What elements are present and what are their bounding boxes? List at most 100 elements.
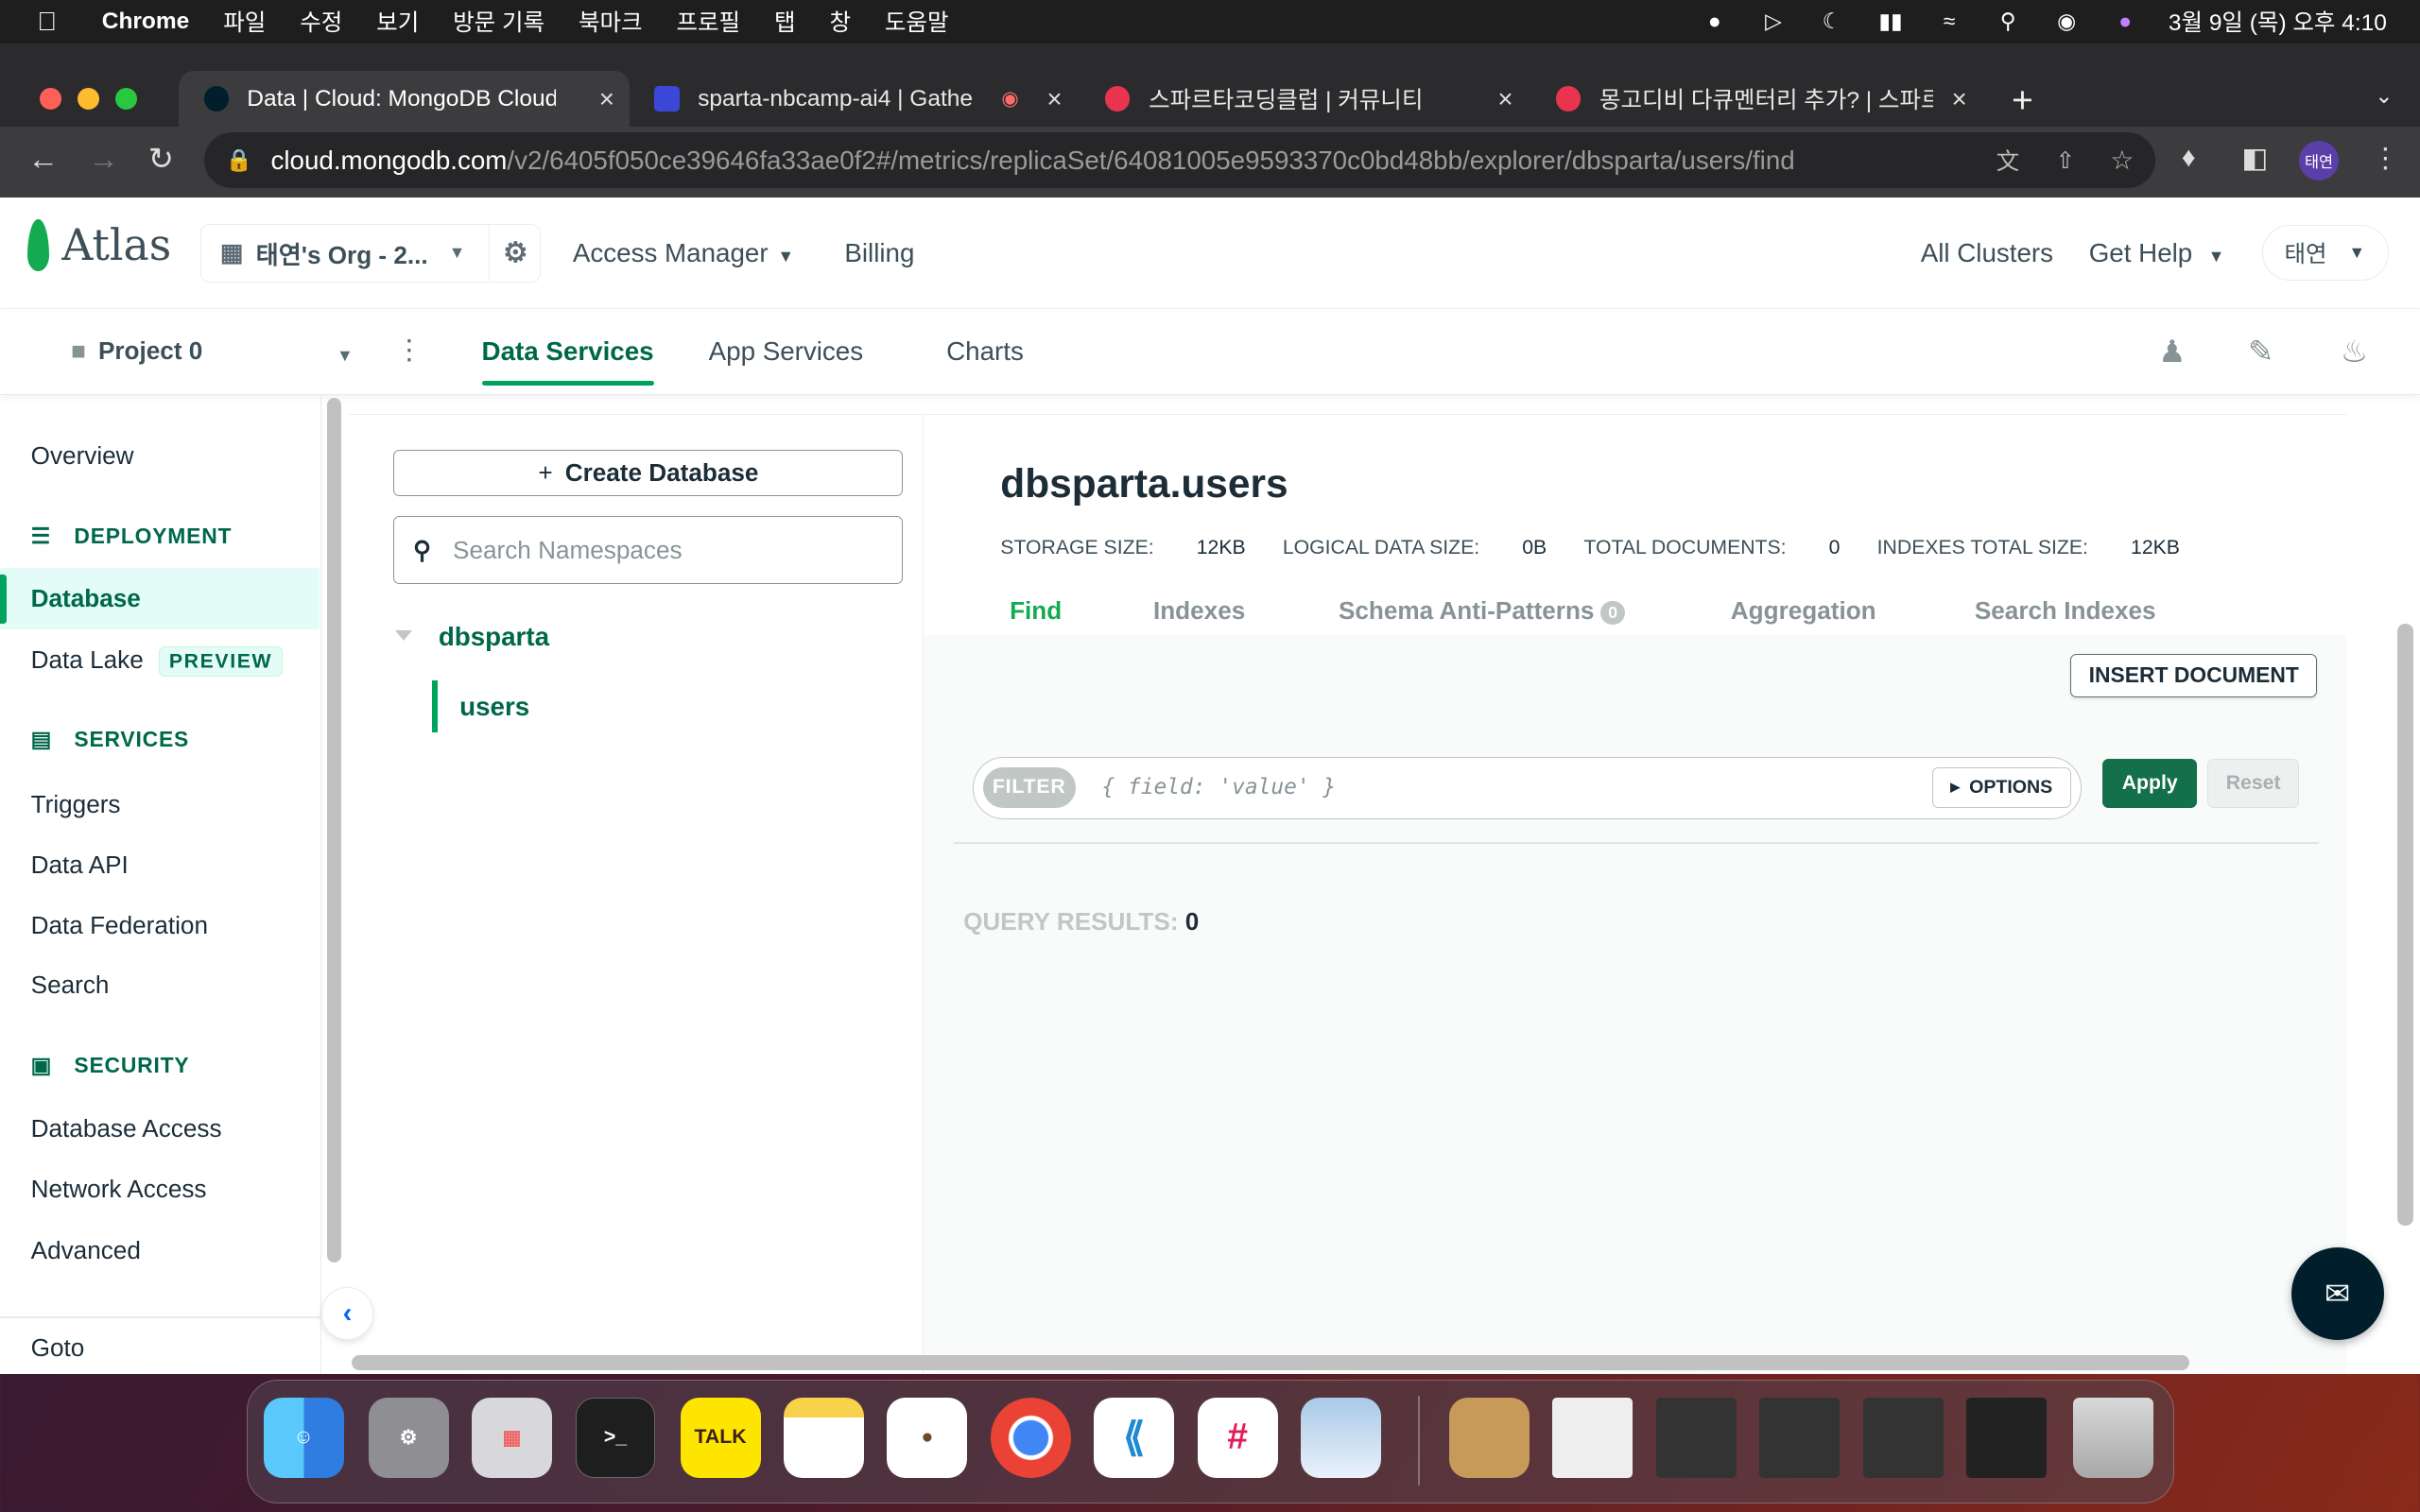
new-tab-button[interactable]: + [2012, 80, 2033, 122]
sidebar-item-advanced[interactable]: Advanced [31, 1236, 141, 1265]
reset-button[interactable]: Reset [2207, 758, 2299, 809]
database-node-dbsparta[interactable]: dbsparta [439, 622, 549, 652]
sidebar-item-triggers[interactable]: Triggers [31, 790, 121, 819]
chrome-menu-kebab-icon[interactable]: ⋮ [2372, 142, 2399, 175]
tab-aggregation[interactable]: Aggregation [1731, 596, 1876, 626]
create-database-button[interactable]: + Create Database [393, 450, 904, 497]
share-icon[interactable]: ⇧ [2056, 146, 2076, 175]
tab-data-services[interactable]: Data Services [481, 336, 655, 385]
tab-close-icon[interactable]: × [1046, 84, 1062, 114]
window-zoom-button[interactable] [115, 88, 138, 110]
tab-find[interactable]: Find [1010, 596, 1062, 626]
menu-item-help[interactable]: 도움말 [885, 5, 949, 38]
window-minimize-button[interactable] [77, 88, 99, 110]
vscode-icon[interactable]: ⟪ [1094, 1398, 1175, 1478]
extensions-puzzle-icon[interactable]: ♦ [2182, 142, 2196, 174]
sidebar-item-overview[interactable]: Overview [31, 441, 134, 471]
sidebar-item-database[interactable]: Database [0, 568, 320, 630]
user-menu-button[interactable]: 태연 ▼ [2261, 225, 2389, 282]
recent-window-thumbnail[interactable] [1862, 1398, 1944, 1478]
notifications-bell-icon[interactable]: ♨ [2341, 334, 2368, 369]
profile-avatar[interactable]: 태연 [2298, 140, 2340, 181]
menu-item-profiles[interactable]: 프로필 [676, 5, 740, 38]
spotlight-search-icon[interactable]: ⚲ [1993, 9, 2024, 34]
recent-window-thumbnail[interactable] [1655, 1398, 1737, 1478]
page-horizontal-scrollbar[interactable] [352, 1354, 2189, 1371]
tab-search-chevron-icon[interactable]: ⌄ [2375, 83, 2393, 109]
filter-input[interactable]: { field: 'value' } [1101, 775, 1336, 799]
lock-icon[interactable]: 🔒 [225, 147, 251, 173]
launchpad-icon[interactable]: ▦ [472, 1398, 553, 1478]
reload-icon[interactable]: ↻ [148, 141, 174, 177]
chat-support-icon[interactable]: ✉ [2290, 1246, 2384, 1340]
activity-feed-icon[interactable]: ✎ [2248, 334, 2273, 369]
menu-item-bookmarks[interactable]: 북마크 [579, 5, 643, 38]
org-settings-gear-icon[interactable]: ⚙ [489, 225, 542, 282]
project-selector[interactable]: ■ Project 0 [71, 336, 202, 366]
window-close-button[interactable] [40, 88, 62, 110]
apple-icon[interactable]:  [37, 7, 68, 37]
menu-app-name[interactable]: Chrome [102, 9, 190, 35]
tab-charts[interactable]: Charts [946, 336, 1024, 367]
browser-tab-mongodb[interactable]: Data | Cloud: MongoDB Cloud × [179, 71, 631, 127]
sidebar-item-database-access[interactable]: Database Access [31, 1114, 222, 1143]
preview-app-icon[interactable] [1301, 1398, 1382, 1478]
menu-item-view[interactable]: 보기 [376, 5, 419, 38]
access-manager-menu[interactable]: Access Manager ▼ [573, 238, 794, 268]
sidebar-item-data-api[interactable]: Data API [31, 850, 129, 880]
atlas-logo[interactable]: Atlas [27, 218, 171, 272]
chrome-icon[interactable] [990, 1398, 1071, 1478]
tab-search-indexes[interactable]: Search Indexes [1975, 596, 2156, 626]
menu-item-history[interactable]: 방문 기록 [453, 5, 544, 38]
tab-close-icon[interactable]: × [599, 84, 614, 114]
slack-icon[interactable]: # [1197, 1398, 1278, 1478]
browser-tab-sparta-doc[interactable]: 몽고디비 다큐멘터리 추가? | 스파르타 × [1531, 71, 1982, 127]
menu-item-window[interactable]: 창 [829, 5, 851, 38]
finder-icon[interactable]: ☺ [263, 1398, 344, 1478]
sidebar-item-search[interactable]: Search [31, 971, 110, 1000]
messages-status-icon[interactable]: ● [1700, 9, 1731, 34]
moon-icon[interactable]: ☾ [1817, 9, 1848, 34]
forward-arrow-icon[interactable]: → [88, 141, 119, 177]
battery-icon[interactable]: ▮▮ [1876, 9, 1907, 34]
tab-close-icon[interactable]: × [1951, 84, 1966, 114]
options-toggle-button[interactable]: ▶ OPTIONS [1931, 767, 2071, 808]
sidebar-scrollbar[interactable] [327, 398, 341, 1263]
collection-node-users[interactable]: users [432, 679, 529, 733]
page-vertical-scrollbar[interactable] [2397, 623, 2413, 1226]
system-settings-icon[interactable]: ⚙ [368, 1398, 449, 1478]
side-panel-icon[interactable]: ◧ [2241, 142, 2268, 175]
back-arrow-icon[interactable]: ← [27, 141, 59, 177]
terminal-icon[interactable]: >_ [575, 1398, 656, 1478]
tab-indexes[interactable]: Indexes [1153, 596, 1245, 626]
sidebar-item-data-federation[interactable]: Data Federation [31, 911, 208, 940]
control-center-icon[interactable]: ◉ [2051, 9, 2083, 34]
translate-icon[interactable]: 文 [1996, 144, 2020, 177]
expand-triangle-icon[interactable] [395, 630, 413, 641]
project-kebab-icon[interactable]: ⋮ [395, 334, 423, 367]
tab-close-icon[interactable]: × [1497, 84, 1512, 114]
sidebar-item-network-access[interactable]: Network Access [31, 1175, 207, 1204]
recent-window-thumbnail[interactable] [1552, 1398, 1634, 1478]
sidebar-item-goto[interactable]: Goto [31, 1333, 85, 1363]
tab-schema-anti-patterns[interactable]: Schema Anti-Patterns 0 [1339, 596, 1626, 626]
browser-tab-sparta-community[interactable]: 스파르타코딩클럽 | 커뮤니티 × [1080, 71, 1529, 127]
menu-clock[interactable]: 3월 9일 (목) 오후 4:10 [2169, 5, 2387, 38]
trash-icon[interactable] [2072, 1398, 2153, 1478]
kakaotalk-icon[interactable]: TALK [680, 1398, 761, 1478]
browser-tab-gather[interactable]: sparta-nbcamp-ai4 | Gathe ◉ × [630, 71, 1078, 127]
filter-bar[interactable]: FILTER { field: 'value' } ▶ OPTIONS [972, 757, 2082, 819]
project-caret-down-icon[interactable]: ▼ [337, 346, 354, 366]
menu-item-edit[interactable]: 수정 [300, 5, 342, 38]
invite-user-icon[interactable]: ♟ [2158, 334, 2186, 369]
get-help-menu[interactable]: Get Help ▼ [2089, 238, 2225, 268]
all-clusters-link[interactable]: All Clusters [1921, 238, 2053, 268]
play-status-icon[interactable]: ▷ [1758, 9, 1789, 34]
menu-item-file[interactable]: 파일 [223, 5, 266, 38]
address-bar[interactable]: 🔒 cloud.mongodb.com /v2/6405f050ce39646f… [203, 132, 2155, 189]
apply-button[interactable]: Apply [2102, 758, 2198, 809]
tableplus-icon[interactable]: ● [887, 1398, 968, 1478]
billing-link[interactable]: Billing [844, 238, 914, 268]
tab-app-services[interactable]: App Services [709, 336, 864, 367]
search-namespaces-input[interactable]: ⚲ Search Namespaces [393, 516, 904, 585]
